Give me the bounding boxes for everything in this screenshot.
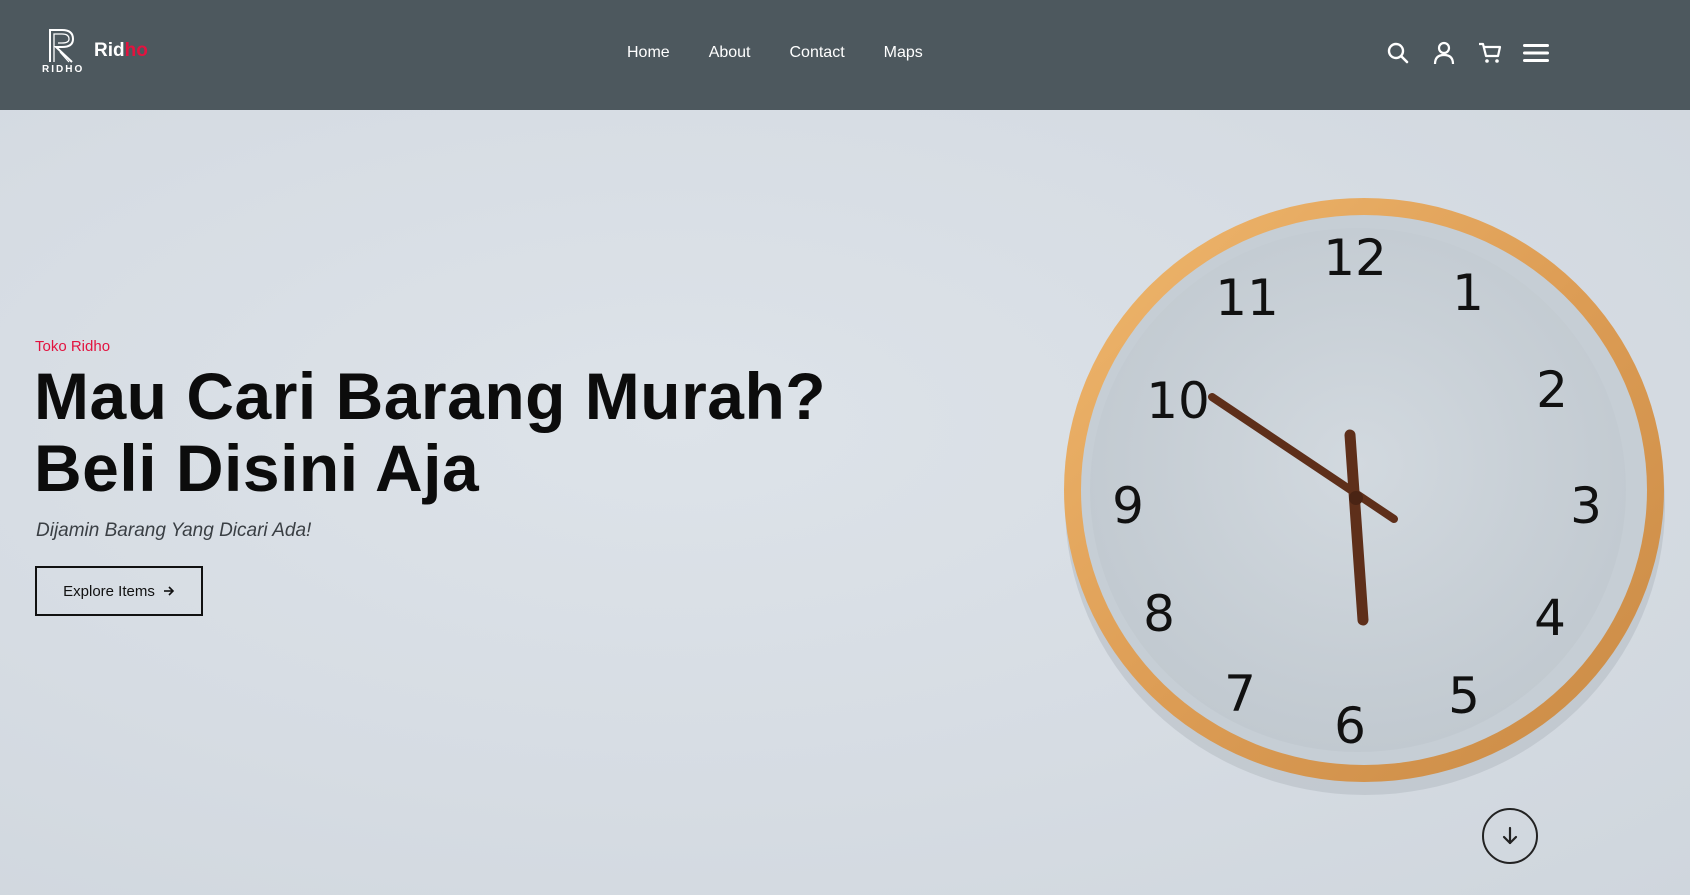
numeral-2: 2 bbox=[1536, 361, 1568, 419]
clock-center-pin bbox=[1349, 491, 1363, 505]
numeral-6: 6 bbox=[1334, 697, 1366, 755]
cart-button[interactable] bbox=[1477, 40, 1503, 66]
cart-icon bbox=[1479, 42, 1502, 63]
numeral-1: 1 bbox=[1452, 264, 1484, 322]
hero-headline: Mau Cari Barang Murah? Beli Disini Aja bbox=[34, 360, 826, 504]
scroll-down-button[interactable] bbox=[1482, 808, 1538, 864]
nav-icons bbox=[1385, 40, 1549, 66]
brand-logo[interactable]: RIDHO Ridho bbox=[42, 26, 167, 76]
numeral-9: 9 bbox=[1112, 477, 1144, 535]
search-button[interactable] bbox=[1385, 40, 1411, 66]
nav-link-contact[interactable]: Contact bbox=[790, 44, 845, 62]
numeral-4: 4 bbox=[1534, 589, 1566, 647]
numeral-7: 7 bbox=[1224, 665, 1256, 723]
hero-subheadline: Dijamin Barang Yang Dicari Ada! bbox=[36, 520, 312, 541]
hero-section: 12 1 2 3 4 5 6 7 8 9 10 11 Toko Ridho Ma… bbox=[0, 110, 1690, 895]
numeral-5: 5 bbox=[1448, 667, 1480, 725]
numeral-12: 12 bbox=[1323, 229, 1387, 287]
numeral-11: 11 bbox=[1215, 269, 1279, 327]
account-button[interactable] bbox=[1431, 40, 1457, 66]
menu-icon bbox=[1523, 44, 1549, 62]
search-icon bbox=[1387, 42, 1409, 64]
numeral-10: 10 bbox=[1146, 372, 1210, 430]
brand-name: Ridho bbox=[94, 40, 148, 62]
menu-button[interactable] bbox=[1523, 40, 1549, 66]
explore-items-label: Explore Items bbox=[63, 582, 155, 600]
explore-items-button[interactable]: Explore Items bbox=[35, 566, 203, 616]
nav-link-maps[interactable]: Maps bbox=[884, 44, 923, 62]
wall-clock-image: 12 1 2 3 4 5 6 7 8 9 10 11 bbox=[1064, 198, 1665, 795]
nav-link-about[interactable]: About bbox=[709, 44, 751, 62]
numeral-3: 3 bbox=[1570, 477, 1602, 535]
main-nav: Home About Contact Maps bbox=[627, 44, 923, 62]
top-navbar: RIDHO Ridho Home About Contact Maps bbox=[0, 0, 1690, 110]
brand-name-part2: ho bbox=[124, 40, 148, 61]
numeral-8: 8 bbox=[1143, 585, 1175, 643]
logo-mark-icon bbox=[49, 29, 75, 63]
arrow-right-icon bbox=[163, 586, 174, 596]
user-icon bbox=[1433, 41, 1455, 65]
logo-wordmark: RIDHO bbox=[42, 64, 85, 75]
nav-link-home[interactable]: Home bbox=[627, 44, 670, 62]
arrow-down-icon bbox=[1502, 826, 1518, 845]
hero-headline-line1: Mau Cari Barang Murah? bbox=[34, 359, 827, 433]
brand-name-part1: Rid bbox=[94, 40, 125, 61]
hero-headline-line2: Beli Disini Aja bbox=[34, 431, 480, 505]
hero-eyebrow: Toko Ridho bbox=[35, 338, 111, 355]
